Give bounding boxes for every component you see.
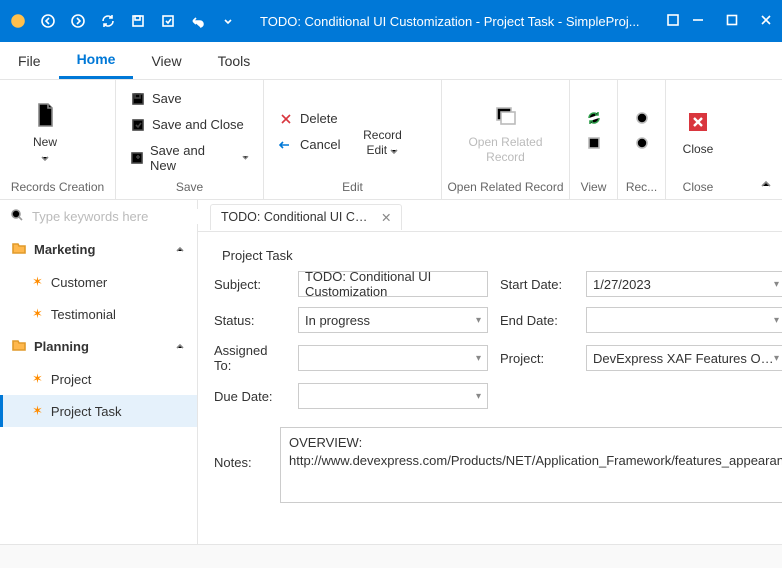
label-start-date: Start Date: — [500, 277, 574, 292]
save-close-icon — [130, 117, 146, 133]
gear-icon: ✶ — [32, 306, 43, 322]
ribbon: New Records Creation Save Save and Close… — [0, 80, 782, 200]
chevron-down-icon[interactable]: ▾ — [774, 279, 779, 290]
collapse-ribbon-icon[interactable] — [760, 178, 772, 193]
tab-close-icon[interactable]: ✕ — [381, 210, 391, 225]
chevron-down-icon[interactable]: ▾ — [774, 315, 779, 326]
chevron-up-icon — [175, 339, 185, 354]
chevron-up-icon — [175, 242, 185, 257]
due-date-field[interactable]: ▾ — [298, 383, 488, 409]
tab-strip: TODO: Conditional UI Cust... ✕ — [198, 200, 782, 232]
folder-icon — [12, 338, 26, 355]
delete-button[interactable]: Delete — [274, 109, 344, 129]
nav-group-marketing[interactable]: Marketing — [0, 233, 197, 266]
gear-icon: ✶ — [32, 274, 43, 290]
view-refresh-icon[interactable] — [586, 110, 602, 129]
nav-item-project-task[interactable]: ✶Project Task — [0, 395, 197, 427]
app-icon — [10, 13, 26, 29]
assigned-field[interactable]: ▾ — [298, 345, 488, 371]
close-record-button[interactable]: Close — [676, 86, 720, 177]
tab-project-task[interactable]: TODO: Conditional UI Cust... ✕ — [210, 204, 402, 230]
nav-item-testimonial[interactable]: ✶Testimonial — [0, 298, 197, 330]
view-sub-icon — [586, 135, 602, 154]
chevron-down-icon[interactable]: ▾ — [476, 353, 481, 364]
save-icon[interactable] — [130, 13, 146, 29]
cancel-button[interactable]: Cancel — [274, 135, 344, 155]
search-icon — [10, 208, 24, 225]
new-label: New — [33, 135, 57, 149]
search-input[interactable] — [32, 209, 208, 224]
chevron-down-icon[interactable]: ▾ — [476, 315, 481, 326]
label-due: Due Date: — [214, 389, 286, 404]
save-new-button[interactable]: Save and New — [126, 141, 253, 175]
group-records-creation: Records Creation — [0, 177, 115, 199]
save-new-icon — [130, 150, 144, 166]
window-title: TODO: Conditional UI Customization - Pro… — [236, 14, 666, 29]
menu-tools[interactable]: Tools — [200, 42, 269, 79]
refresh-icon[interactable] — [100, 13, 116, 29]
nav-search[interactable] — [0, 200, 197, 233]
window-mode-icon[interactable] — [666, 13, 680, 30]
start-date-field[interactable]: 1/27/2023▾ — [586, 271, 782, 297]
menu-home[interactable]: Home — [59, 42, 134, 79]
nav-panel: Marketing ✶Customer ✶Testimonial Plannin… — [0, 200, 198, 544]
label-status: Status: — [214, 313, 286, 328]
maximize-button[interactable] — [726, 14, 738, 29]
qat-dropdown-icon[interactable] — [220, 13, 236, 29]
folder-icon — [12, 241, 26, 258]
nav-item-customer[interactable]: ✶Customer — [0, 266, 197, 298]
new-button[interactable]: New — [10, 86, 80, 177]
subject-field[interactable]: TODO: Conditional UI Customization — [298, 271, 488, 297]
chevron-down-icon[interactable]: ▾ — [476, 391, 481, 402]
main-area: TODO: Conditional UI Cust... ✕ Project T… — [198, 200, 782, 544]
group-close: Close — [666, 177, 730, 199]
open-related-button: Open Related Record — [452, 86, 559, 177]
nav-item-project[interactable]: ✶Project — [0, 363, 197, 395]
nav-forward-icon[interactable] — [70, 13, 86, 29]
group-related: Open Related Record — [442, 177, 569, 199]
group-edit: Edit — [264, 177, 441, 199]
gear-icon: ✶ — [32, 371, 43, 387]
new-file-icon — [29, 99, 61, 131]
save-icon — [130, 91, 146, 107]
nav-back-icon[interactable] — [40, 13, 56, 29]
group-save: Save — [116, 177, 263, 199]
nav-group-planning[interactable]: Planning — [0, 330, 197, 363]
record-edit-button[interactable]: Record Edit — [352, 86, 412, 177]
group-rec: Rec... — [618, 177, 665, 199]
gear-icon: ✶ — [32, 403, 43, 419]
open-related-icon — [490, 99, 522, 131]
project-field[interactable]: DevExpress XAF Features Over...▾ — [586, 345, 782, 371]
form-header: Project Task — [214, 244, 782, 271]
cancel-icon — [278, 137, 294, 153]
menu-bar: File Home View Tools — [0, 42, 782, 80]
menu-view[interactable]: View — [133, 42, 199, 79]
delete-icon — [278, 111, 294, 127]
save-close-icon[interactable] — [160, 13, 176, 29]
close-icon — [682, 106, 714, 138]
rec-icon-1 — [634, 110, 650, 129]
rec-icon-2 — [634, 135, 650, 154]
save-close-button[interactable]: Save and Close — [126, 115, 253, 135]
minimize-button[interactable] — [692, 14, 704, 29]
undo-icon[interactable] — [190, 13, 206, 29]
label-end-date: End Date: — [500, 313, 574, 328]
close-button[interactable] — [760, 14, 772, 29]
status-bar — [0, 544, 782, 568]
label-notes: Notes: — [214, 427, 264, 503]
group-view: View — [570, 177, 617, 199]
label-assigned: Assigned To: — [214, 343, 286, 373]
status-field[interactable]: In progress▾ — [298, 307, 488, 333]
label-subject: Subject: — [214, 277, 286, 292]
notes-field[interactable]: OVERVIEW: http://www.devexpress.com/Prod… — [280, 427, 782, 503]
save-button[interactable]: Save — [126, 89, 253, 109]
chevron-down-icon[interactable]: ▾ — [774, 353, 779, 364]
label-project: Project: — [500, 351, 574, 366]
end-date-field[interactable]: ▾ — [586, 307, 782, 333]
menu-file[interactable]: File — [0, 42, 59, 79]
title-bar: TODO: Conditional UI Customization - Pro… — [0, 0, 782, 42]
